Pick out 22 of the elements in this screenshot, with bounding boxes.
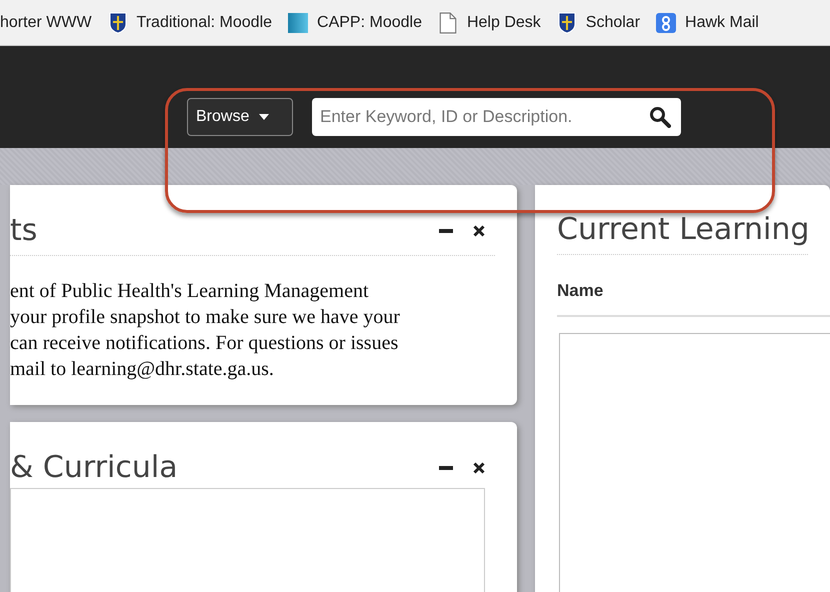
bookmark-link[interactable]: Help Desk — [466, 14, 541, 32]
close-icon[interactable] — [473, 225, 485, 237]
bookmark-link[interactable]: Traditional: Moodle — [136, 14, 272, 32]
browse-button[interactable]: Browse — [187, 98, 293, 136]
page-icon — [438, 12, 458, 34]
shield-icon — [108, 12, 128, 34]
square-icon — [288, 12, 308, 34]
panel-title: ts — [10, 212, 38, 250]
close-icon[interactable] — [473, 462, 485, 474]
announcement-text: ent of Public Health's Learning Management your profile snapshot to make sure we have your can receive notifications. For questions or issues mail to learning@dhr.state.ga.us. — [10, 279, 401, 382]
bookmark-link[interactable]: horter WWW — [0, 14, 92, 32]
search-icon[interactable] — [649, 106, 671, 128]
column-header: Name — [557, 281, 604, 301]
panel-title: Current Learning — [557, 211, 810, 249]
panel-title: & Curricula — [10, 449, 178, 487]
shield-icon — [556, 12, 577, 34]
caret-icon — [259, 114, 270, 120]
bookmark-link[interactable]: Hawk Mail — [685, 14, 759, 32]
bookmark-link[interactable]: Scholar — [586, 14, 640, 32]
search-field[interactable]: Enter Keyword, ID or Description. — [312, 98, 681, 136]
badge-icon — [656, 12, 676, 34]
bookmark-link[interactable]: CAPP: Moodle — [317, 14, 422, 32]
